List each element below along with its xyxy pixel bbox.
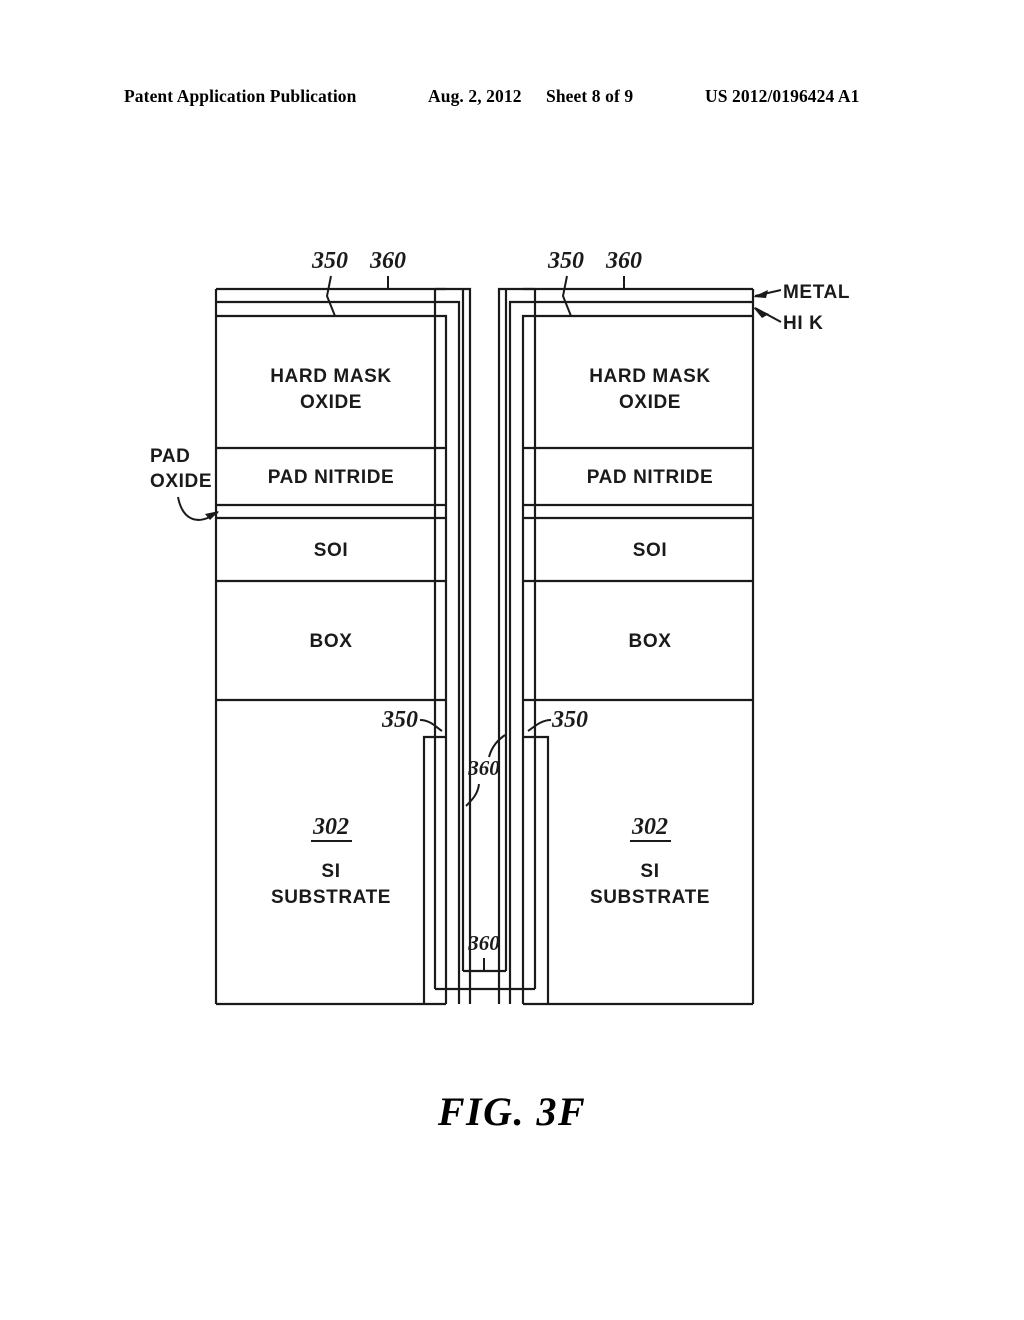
left-box-label: BOX — [310, 631, 353, 652]
leader-360-trench-upper-bottom — [465, 783, 480, 807]
right-hardmask-label-line1: HARD MASK — [589, 366, 711, 387]
leader-350-lower-left — [419, 719, 443, 732]
left-pillar-group: HARD MASK OXIDE PAD NITRIDE SOI BOX 302 … — [214, 287, 472, 1006]
figure-caption: FIG. 3F — [437, 1089, 587, 1134]
arrowhead-metal — [753, 290, 768, 298]
left-substrate-label-line1: SI — [321, 861, 340, 882]
ref-360-top-left: 360 — [369, 248, 406, 274]
hik-callout-label: HI K — [783, 313, 823, 334]
ref-350-top-right: 350 — [547, 248, 584, 274]
ref-350-lower-left: 350 — [381, 707, 418, 733]
right-hardmask-label-line2: OXIDE — [619, 392, 681, 413]
left-hardmask-label-line2: OXIDE — [300, 392, 362, 413]
ref-360-top-right: 360 — [605, 248, 642, 274]
right-substrate-ref-302: 302 — [631, 814, 668, 840]
ref-360-trench-upper: 360 — [467, 756, 500, 780]
arrowhead-hik — [753, 307, 769, 318]
pad-oxide-label-line1: PAD — [150, 446, 191, 467]
ref-350-lower-right: 350 — [551, 707, 588, 733]
right-soi-label: SOI — [633, 540, 668, 561]
ref-360-trench-lower: 360 — [467, 931, 500, 955]
right-box-label: BOX — [629, 631, 672, 652]
leader-360-trench-upper-top — [488, 734, 506, 758]
right-padnitride-label: PAD NITRIDE — [587, 467, 714, 488]
left-hardmask-label-line1: HARD MASK — [270, 366, 392, 387]
leader-350-lower-right — [527, 719, 552, 732]
leader-350-top-left — [325, 275, 336, 317]
right-substrate-label-line1: SI — [640, 861, 659, 882]
left-substrate-label-line2: SUBSTRATE — [271, 887, 391, 908]
leader-350-top-right — [561, 275, 572, 317]
ref-350-top-left: 350 — [311, 248, 348, 274]
pad-oxide-label-line2: OXIDE — [150, 471, 212, 492]
right-substrate-label-line2: SUBSTRATE — [590, 887, 710, 908]
left-substrate-ref-302: 302 — [312, 814, 349, 840]
left-padnitride-label: PAD NITRIDE — [268, 467, 395, 488]
left-soi-label: SOI — [314, 540, 349, 561]
center-trench-group — [422, 287, 550, 1004]
right-pillar-group: HARD MASK OXIDE PAD NITRIDE SOI BOX 302 … — [497, 287, 755, 1006]
metal-callout-label: METAL — [783, 282, 850, 303]
